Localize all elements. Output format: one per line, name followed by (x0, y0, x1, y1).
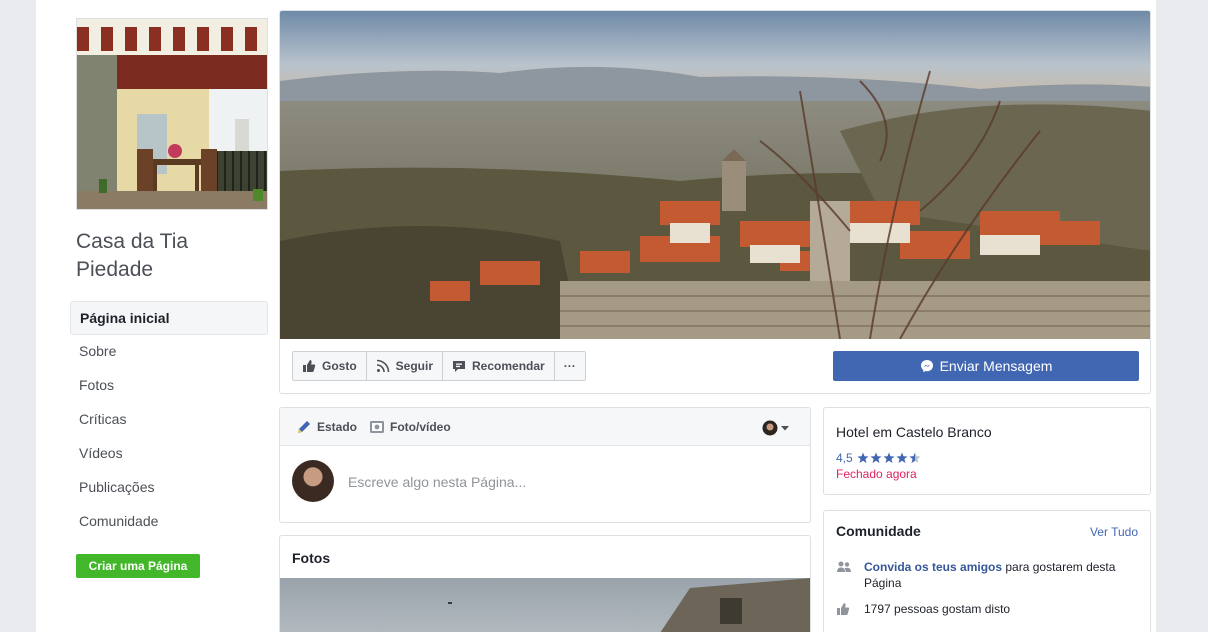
profile-photo-image (77, 19, 267, 209)
invite-text: Convida os teus amigos para gostarem des… (864, 560, 1116, 590)
profile-picture[interactable] (76, 18, 268, 210)
invite-friends-link[interactable]: Convida os teus amigos (864, 560, 1002, 574)
rating-stars-icon (857, 452, 921, 464)
photos-card-title[interactable]: Fotos (292, 550, 330, 566)
post-as-avatar-icon (762, 420, 789, 436)
open-status: Fechado agora (836, 467, 917, 481)
speech-bubble-icon (452, 359, 466, 373)
nav-item-reviews[interactable]: Críticas (70, 403, 268, 437)
post-as-selector[interactable] (762, 420, 790, 436)
nav-item-photos[interactable]: Fotos (70, 369, 268, 403)
tab-photo-video[interactable]: Foto/vídeo (369, 419, 451, 435)
recommend-button[interactable]: Recomendar (442, 351, 555, 381)
people-icon (836, 559, 856, 591)
send-message-label: Enviar Mensagem (939, 358, 1053, 374)
cover-photo[interactable] (280, 11, 1150, 339)
about-card: Hotel em Castelo Branco 4,5 Fechado agor… (823, 407, 1151, 495)
photo-tab-label: Foto/vídeo (390, 419, 451, 434)
rating-value: 4,5 (836, 451, 853, 465)
nav-item-home[interactable]: Página inicial (70, 301, 268, 335)
invite-friends-row: Convida os teus amigos para gostarem des… (836, 559, 1140, 591)
see-all-link[interactable]: Ver Tudo (1090, 525, 1138, 539)
send-message-button[interactable]: Enviar Mensagem (833, 351, 1139, 381)
status-tab-label: Estado (317, 419, 358, 434)
create-page-button[interactable]: Criar uma Página (76, 554, 200, 578)
nav-item-community[interactable]: Comunidade (70, 505, 268, 539)
post-composer: Estado Foto/vídeo Escreve algo nesta Pág… (279, 407, 811, 523)
photos-card: Fotos (279, 535, 811, 632)
ellipsis-icon: ··· (563, 359, 576, 373)
photo-thumbnail-image (280, 578, 810, 632)
follow-label: Seguir (395, 359, 434, 373)
community-card: Comunidade Ver Tudo Convida os teus amig… (823, 510, 1151, 632)
nav-item-about[interactable]: Sobre (70, 335, 268, 369)
avatar (292, 460, 334, 502)
page-container: Casa da Tia Piedade Página inicial Sobre… (36, 0, 1156, 632)
like-button[interactable]: Gosto (292, 351, 367, 381)
cover-photo-image (280, 11, 1150, 339)
thumbs-up-icon (302, 359, 316, 373)
messenger-icon (920, 359, 934, 373)
nav-item-posts[interactable]: Publicações (70, 471, 268, 505)
composer-placeholder: Escreve algo nesta Página... (348, 474, 527, 490)
recommend-label: Recomendar (472, 359, 545, 373)
thumbs-up-icon (836, 601, 856, 617)
page-category[interactable]: Hotel em Castelo Branco (836, 424, 992, 440)
follow-button[interactable]: Seguir (365, 351, 444, 381)
more-options-button[interactable]: ··· (553, 351, 586, 381)
community-title[interactable]: Comunidade (836, 523, 921, 539)
photo-thumbnail[interactable] (280, 578, 810, 632)
page-title[interactable]: Casa da Tia Piedade (76, 228, 266, 284)
camera-icon (369, 419, 385, 435)
likes-count-text: 1797 pessoas gostam disto (864, 602, 1011, 616)
left-nav: Página inicial Sobre Fotos Críticas Víde… (70, 301, 268, 539)
pencil-icon (296, 419, 312, 435)
like-label: Gosto (322, 359, 357, 373)
page-action-bar: Gosto Seguir Recomendar ··· (292, 351, 586, 383)
composer-tabs: Estado Foto/vídeo (280, 408, 810, 446)
left-column: Casa da Tia Piedade Página inicial Sobre… (36, 0, 278, 632)
nav-item-videos[interactable]: Vídeos (70, 437, 268, 471)
tab-status[interactable]: Estado (296, 419, 357, 435)
composer-input-area[interactable]: Escreve algo nesta Página... (280, 446, 810, 522)
likes-count-row: 1797 pessoas gostam disto (836, 601, 1140, 617)
cover-section: Gosto Seguir Recomendar ··· Enviar Mensa… (279, 10, 1151, 394)
rss-icon (376, 359, 390, 373)
rating-summary[interactable]: 4,5 (836, 451, 921, 465)
